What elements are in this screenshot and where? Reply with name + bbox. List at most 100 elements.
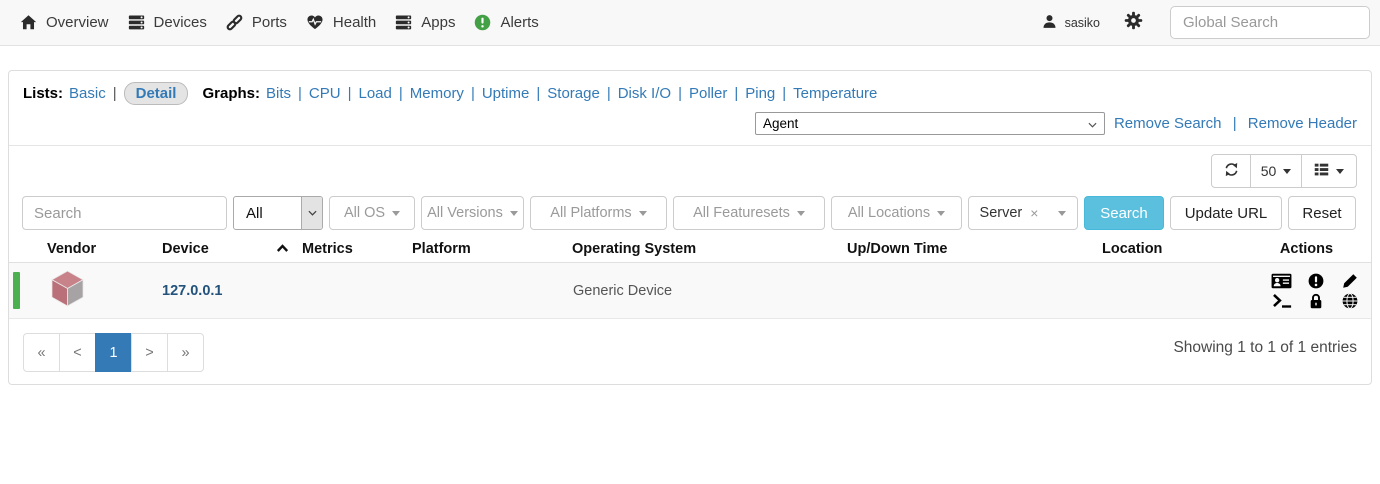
graph-link-cpu[interactable]: CPU xyxy=(309,85,341,102)
alert-icon[interactable] xyxy=(1305,273,1326,289)
navbar-right: sasiko xyxy=(1042,6,1370,39)
actions-line-2 xyxy=(1271,292,1360,309)
device-cell: 127.0.0.1 xyxy=(157,282,267,300)
remove-header-link[interactable]: Remove Header xyxy=(1248,115,1357,132)
separator: | xyxy=(678,85,682,102)
toolbar-button-group: 50 xyxy=(1211,154,1357,188)
header-metrics-cell[interactable]: Metrics xyxy=(267,241,407,257)
nav-apps[interactable]: Apps xyxy=(395,14,455,31)
page-size-button[interactable]: 50 xyxy=(1250,154,1302,188)
reset-button[interactable]: Reset xyxy=(1288,196,1356,230)
graph-link-poller[interactable]: Poller xyxy=(689,85,727,102)
nav-label: Ports xyxy=(251,14,287,31)
top-navbar: Overview Devices Ports Health Apps Alert… xyxy=(0,0,1380,46)
caret-down-icon xyxy=(1336,168,1344,174)
separator: | xyxy=(1232,115,1237,132)
separator: | xyxy=(298,85,302,102)
remove-links: Remove Search | Remove Header xyxy=(1114,115,1357,132)
server-stack-icon xyxy=(128,14,145,31)
graph-link-memory[interactable]: Memory xyxy=(410,85,464,102)
device-link[interactable]: 127.0.0.1 xyxy=(157,283,222,299)
nav-health[interactable]: Health xyxy=(306,14,376,31)
graph-link-uptime[interactable]: Uptime xyxy=(482,85,530,102)
link-icon xyxy=(226,14,243,31)
terminal-icon[interactable] xyxy=(1271,293,1292,309)
gear-icon xyxy=(1124,11,1143,35)
locations-dropdown[interactable]: All Locations xyxy=(831,196,962,230)
page-size-value: 50 xyxy=(1260,163,1277,179)
graph-link-diskio[interactable]: Disk I/O xyxy=(618,85,671,102)
home-icon xyxy=(20,14,37,31)
graph-link-temperature[interactable]: Temperature xyxy=(793,85,877,102)
list-mode-detail[interactable]: Detail xyxy=(123,82,189,105)
separator: | xyxy=(347,85,352,102)
list-mode-basic[interactable]: Basic xyxy=(69,85,106,102)
format-row: Agent Remove Search | Remove Header xyxy=(23,112,1357,135)
graph-link-ping[interactable]: Ping xyxy=(745,85,775,102)
refresh-icon xyxy=(1224,162,1239,180)
chevron-down-icon xyxy=(1088,116,1097,131)
panel-heading: Lists: Basic | Detail Graphs: Bits | CPU… xyxy=(9,71,1371,146)
settings-menu[interactable] xyxy=(1124,11,1143,35)
graph-link-storage[interactable]: Storage xyxy=(547,85,600,102)
separator: | xyxy=(782,85,787,102)
remove-tag-icon[interactable]: × xyxy=(1030,205,1038,221)
user-icon xyxy=(1042,14,1057,32)
page-first-button[interactable]: « xyxy=(23,333,60,372)
device-table: Vendor Device Metrics Platform Operating… xyxy=(9,235,1371,319)
update-url-button[interactable]: Update URL xyxy=(1170,196,1282,230)
featuresets-dropdown[interactable]: All Featuresets xyxy=(673,196,825,230)
group-dropdown[interactable]: Server × xyxy=(968,196,1078,230)
os-dropdown[interactable]: All OS xyxy=(329,196,415,230)
table-toolbar: 50 xyxy=(9,146,1371,188)
edit-icon[interactable] xyxy=(1339,273,1360,289)
nav-ports[interactable]: Ports xyxy=(226,14,287,31)
layout-button[interactable] xyxy=(1301,154,1357,188)
update-url-label: Update URL xyxy=(1184,204,1268,222)
page-previous-button[interactable]: < xyxy=(59,333,96,372)
state-select[interactable]: All xyxy=(233,196,323,230)
graph-format-select[interactable]: Agent xyxy=(754,112,1105,135)
remove-search-link[interactable]: Remove Search xyxy=(1114,115,1222,132)
user-menu[interactable]: sasiko xyxy=(1042,14,1100,32)
nav-label: Health xyxy=(332,14,377,31)
header-vendor[interactable]: Vendor xyxy=(42,241,157,257)
header-platform[interactable]: Platform xyxy=(407,241,567,257)
versions-dropdown[interactable]: All Versions xyxy=(421,196,524,230)
caret-down-icon xyxy=(509,210,518,216)
lock-icon[interactable] xyxy=(1305,293,1326,309)
global-search-input[interactable] xyxy=(1170,6,1370,39)
caret-down-icon xyxy=(638,210,647,216)
graph-link-load[interactable]: Load xyxy=(358,85,391,102)
vendor-cell xyxy=(42,270,157,312)
refresh-button[interactable] xyxy=(1211,154,1251,188)
header-operating-system[interactable]: Operating System xyxy=(567,241,842,257)
device-search-input[interactable] xyxy=(22,196,227,230)
header-up-down-time[interactable]: Up/Down Time xyxy=(842,241,1097,257)
pagination: « < 1 > » xyxy=(23,333,204,372)
table-header-row: Vendor Device Metrics Platform Operating… xyxy=(9,235,1371,263)
caret-down-icon xyxy=(392,210,401,216)
id-card-icon[interactable] xyxy=(1271,273,1292,289)
graph-link-bits[interactable]: Bits xyxy=(266,85,291,102)
page-last-button[interactable]: » xyxy=(167,333,204,372)
page-1-button[interactable]: 1 xyxy=(95,333,132,372)
caret-down-icon xyxy=(1283,168,1292,174)
apps-stack-icon xyxy=(395,14,412,31)
nav-devices[interactable]: Devices xyxy=(128,14,207,31)
reset-label: Reset xyxy=(1302,204,1342,222)
nav-alerts[interactable]: Alerts xyxy=(474,14,539,31)
nav-label: Alerts xyxy=(500,14,539,31)
search-button[interactable]: Search xyxy=(1084,196,1164,230)
nav-overview[interactable]: Overview xyxy=(20,14,109,31)
select-value: Agent xyxy=(762,116,799,131)
header-location[interactable]: Location xyxy=(1097,241,1242,257)
header-device[interactable]: Device xyxy=(157,241,267,257)
list-layout-icon xyxy=(1314,162,1329,180)
globe-icon[interactable] xyxy=(1339,292,1360,309)
separator: | xyxy=(734,85,739,102)
page-next-button[interactable]: > xyxy=(131,333,168,372)
table-row: 127.0.0.1 Generic Device xyxy=(9,263,1371,319)
pagination-row: « < 1 > » Showing 1 to 1 of 1 entries xyxy=(9,319,1371,372)
platforms-dropdown[interactable]: All Platforms xyxy=(530,196,667,230)
